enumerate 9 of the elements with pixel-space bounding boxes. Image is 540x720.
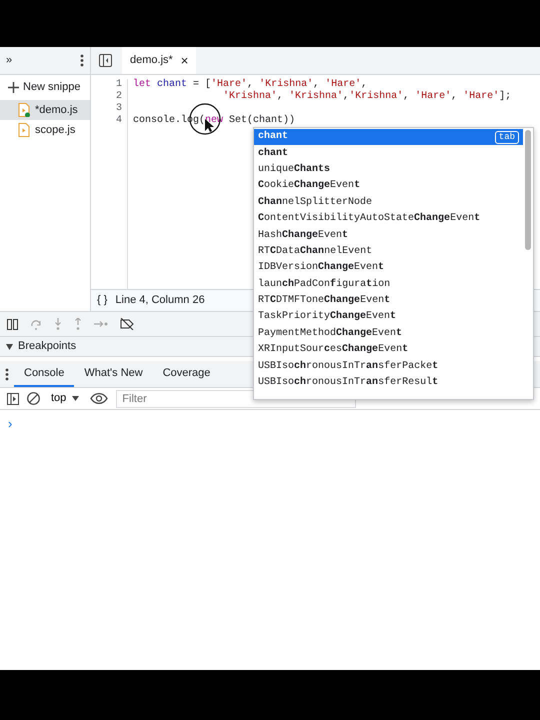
line-number: 4 <box>114 115 122 127</box>
line-number: 3 <box>114 103 122 115</box>
code-line: 'Krishna', 'Krishna','Krishna', 'Hare', 'Hare']; <box>222 91 512 103</box>
line-number: 1 <box>114 79 122 91</box>
console-prompt: › <box>7 415 14 433</box>
cursor-position: Line 4, Column 26 <box>115 293 205 308</box>
tab-hint: tab <box>494 130 519 144</box>
line-number: 2 <box>114 91 122 103</box>
code-line: let chant = ['Hare', 'Krishna', 'Hare', <box>133 79 368 90</box>
